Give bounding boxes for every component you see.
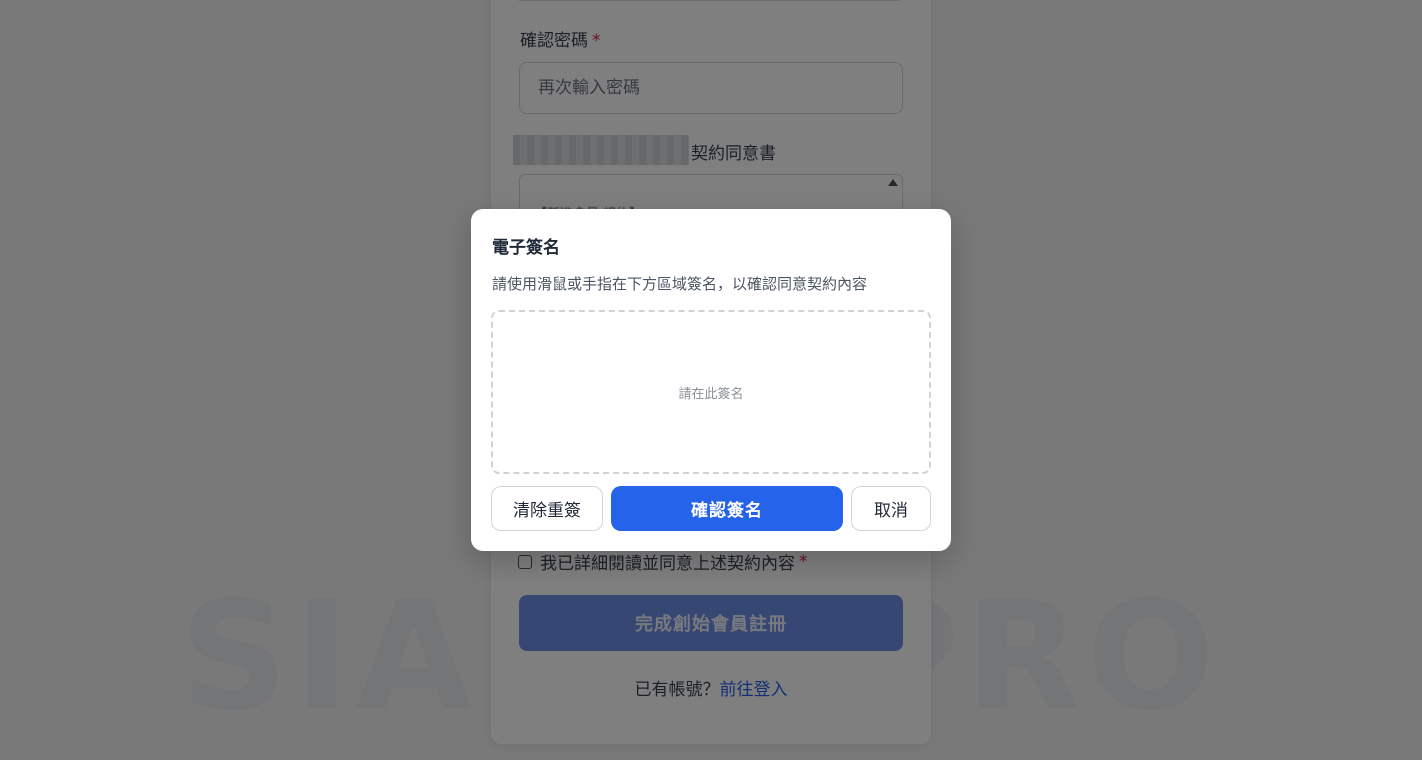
signature-modal: 電子簽名 請使用滑鼠或手指在下方區域簽名，以確認同意契約內容 請在此簽名 清除重… — [471, 209, 951, 551]
modal-title: 電子簽名 — [492, 238, 560, 258]
modal-description: 請使用滑鼠或手指在下方區域簽名，以確認同意契約內容 — [492, 275, 868, 293]
cancel-button[interactable]: 取消 — [851, 486, 931, 531]
confirm-signature-button[interactable]: 確認簽名 — [611, 486, 843, 531]
signature-pad[interactable]: 請在此簽名 — [491, 310, 931, 474]
signature-pad-hint: 請在此簽名 — [678, 386, 744, 402]
clear-signature-button[interactable]: 清除重簽 — [491, 486, 603, 531]
